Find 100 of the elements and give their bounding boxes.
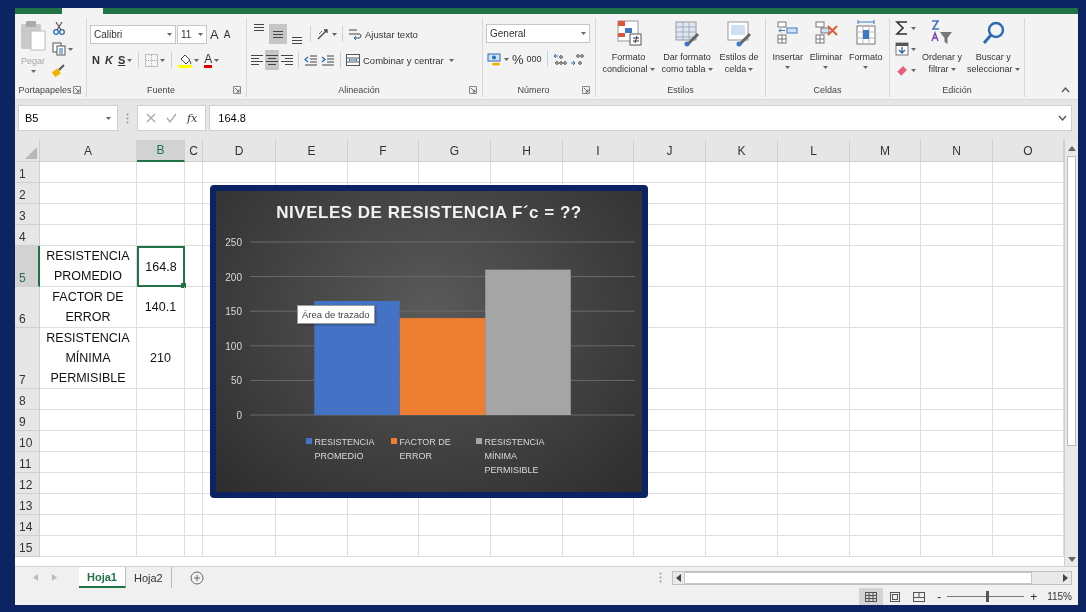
percent-button[interactable]: % (511, 49, 525, 69)
copy-button[interactable] (50, 39, 75, 59)
row-header[interactable]: 5 (15, 246, 40, 287)
cell-styles-button[interactable]: Estilos de celda (718, 18, 760, 75)
vertical-scrollbar[interactable] (1064, 140, 1078, 566)
column-header[interactable]: N (921, 140, 993, 162)
wrap-text-button[interactable]: Ajustar texto (347, 24, 419, 44)
caret-icon[interactable] (448, 58, 454, 62)
caret-icon[interactable] (504, 57, 509, 61)
column-header[interactable]: J (634, 140, 706, 162)
horizontal-scrollbar[interactable] (672, 570, 1072, 585)
caret-icon[interactable] (214, 58, 220, 62)
caret-icon[interactable] (950, 68, 956, 72)
dialog-launcher-icon[interactable] (233, 86, 241, 94)
column-header[interactable]: A (40, 140, 137, 162)
row-header[interactable]: 7 (15, 328, 40, 389)
row-header[interactable]: 9 (15, 410, 40, 431)
caret-icon[interactable] (198, 32, 203, 36)
dialog-launcher-icon[interactable] (73, 86, 81, 94)
fill-handle-icon[interactable] (181, 283, 186, 288)
zoom-in-button[interactable]: + (1030, 589, 1038, 604)
caret-icon[interactable] (167, 32, 172, 36)
table-cell[interactable]: 140.1 (137, 287, 185, 328)
zoom-out-button[interactable]: - (937, 589, 942, 604)
row-header[interactable]: 1 (15, 162, 40, 183)
caret-icon[interactable] (707, 68, 713, 72)
delete-button[interactable]: Eliminar (808, 18, 844, 69)
caret-icon[interactable] (785, 66, 791, 69)
row-header[interactable]: 2 (15, 183, 40, 204)
column-header[interactable]: I (563, 140, 634, 162)
table-cell[interactable]: 210 (137, 328, 185, 389)
font-name-dropdown[interactable]: Calibri (90, 24, 176, 44)
column-header[interactable]: E (276, 140, 348, 162)
caret-icon[interactable] (581, 32, 586, 35)
insert-function-button[interactable]: fx (185, 108, 200, 128)
caret-icon[interactable] (127, 58, 133, 62)
slider-thumb[interactable] (986, 591, 990, 602)
row-header[interactable]: 15 (15, 536, 40, 557)
dialog-launcher-icon[interactable] (469, 86, 477, 94)
sheet-tab[interactable]: Hoja1 (79, 567, 126, 588)
caret-icon[interactable] (911, 26, 916, 30)
column-header[interactable]: L (778, 140, 850, 162)
column-header[interactable]: C (185, 140, 203, 162)
caret-icon[interactable] (332, 32, 337, 36)
scroll-down-icon[interactable] (1067, 557, 1076, 562)
scroll-thumb[interactable] (1067, 156, 1076, 446)
format-button[interactable]: Formato (848, 18, 884, 69)
row-header[interactable]: 10 (15, 431, 40, 452)
decrease-font-button[interactable]: A (221, 24, 233, 44)
row-header[interactable]: 3 (15, 204, 40, 225)
formula-input[interactable]: 164.8 (209, 105, 1072, 131)
column-header[interactable]: M (850, 140, 921, 162)
italic-button[interactable]: K (102, 50, 115, 70)
chart-frame[interactable]: NIVELES DE RESISTENCIA F´c = ?? 0 50 100 150 200 250 RESISTENCIA PROMEDIO FACTOR DE ERROR RESISTENCIA MÍNIMA PERMISIBLE Área de trazado (210, 185, 648, 498)
column-header[interactable]: H (491, 140, 563, 162)
bold-button[interactable]: N (90, 50, 102, 70)
expand-icon[interactable] (1058, 115, 1067, 121)
caret-icon[interactable] (863, 66, 869, 69)
name-box[interactable]: B5 (18, 105, 118, 131)
caret-icon[interactable] (823, 66, 829, 69)
add-sheet-icon[interactable] (189, 570, 204, 585)
caret-icon[interactable] (160, 58, 166, 62)
column-header[interactable]: K (706, 140, 778, 162)
underline-button[interactable]: S (115, 50, 135, 70)
row-header[interactable]: 13 (15, 494, 40, 515)
caret-icon[interactable] (649, 68, 655, 72)
row-header[interactable]: 11 (15, 452, 40, 473)
font-color-button[interactable]: A (202, 50, 222, 70)
caret-icon[interactable] (748, 68, 754, 72)
number-format-dropdown[interactable]: General (486, 24, 590, 43)
table-cell[interactable]: RESISTENCIA MÍNIMA PERMISIBLE (40, 328, 137, 389)
caret-icon[interactable] (106, 116, 111, 120)
insert-button[interactable]: Insertar (771, 18, 804, 69)
scroll-up-icon[interactable] (1067, 146, 1076, 151)
format-as-table-button[interactable]: Dar formato como tabla (660, 18, 714, 75)
caret-icon[interactable] (911, 47, 916, 51)
table-cell[interactable]: FACTOR DE ERROR (40, 287, 137, 328)
table-cell[interactable]: RESISTENCIA PROMEDIO (40, 246, 137, 287)
merge-center-button[interactable]: Combinar y centrar (345, 50, 455, 70)
dialog-launcher-icon[interactable] (582, 86, 590, 94)
column-header[interactable]: B (137, 140, 185, 162)
row-header[interactable]: 6 (15, 287, 40, 328)
collapse-ribbon-icon[interactable] (1061, 87, 1070, 93)
zoom-level[interactable]: 115% (1047, 591, 1072, 602)
autosum-button[interactable] (893, 18, 918, 38)
scroll-right-icon[interactable] (1063, 573, 1068, 582)
table-cell[interactable]: 164.8 (137, 246, 185, 287)
fill-button[interactable] (893, 39, 918, 59)
row-header[interactable]: 4 (15, 225, 40, 246)
increase-font-button[interactable]: A (208, 24, 221, 44)
column-header[interactable]: F (348, 140, 419, 162)
column-header[interactable]: O (993, 140, 1064, 162)
caret-icon[interactable] (1014, 68, 1020, 72)
middle-align-button[interactable] (269, 24, 287, 44)
row-header[interactable]: 8 (15, 389, 40, 410)
font-size-dropdown[interactable]: 11 (177, 24, 207, 44)
sort-filter-button[interactable]: Ordenar y filtrar (921, 18, 964, 75)
normal-view-button[interactable] (859, 588, 884, 605)
column-header[interactable]: G (419, 140, 491, 162)
conditional-format-button[interactable]: Formato condicional (601, 18, 656, 75)
